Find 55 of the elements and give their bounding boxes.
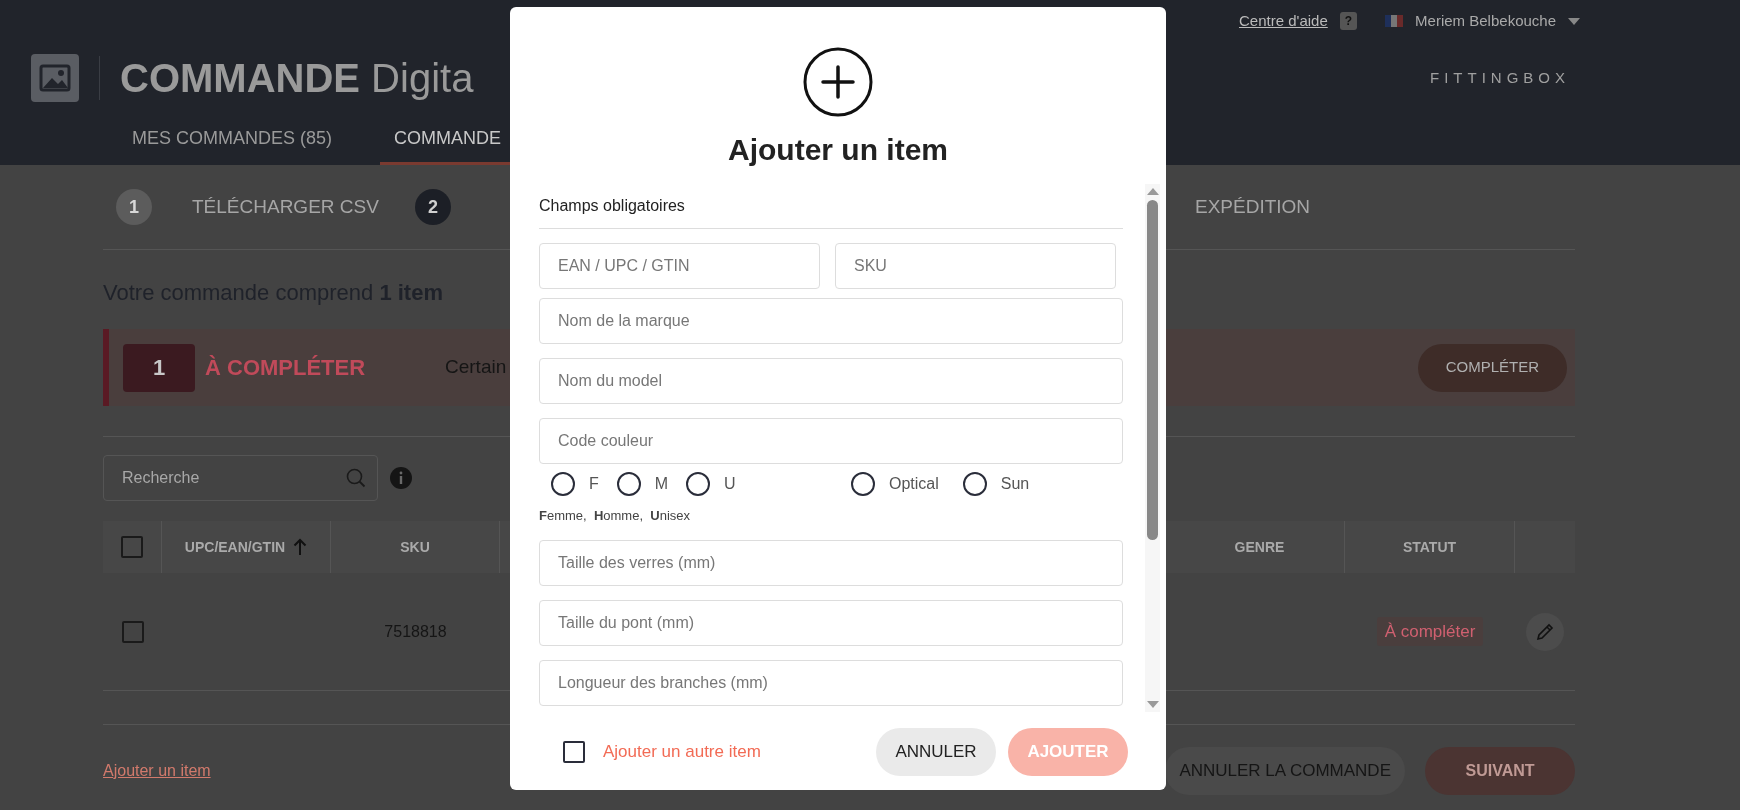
brand-logo: FITTINGBOX xyxy=(1430,67,1570,88)
info-icon xyxy=(390,467,412,489)
column-header[interactable]: SKU xyxy=(400,536,430,558)
radio-button[interactable] xyxy=(551,472,575,496)
user-menu[interactable]: Meriem Belbekouche xyxy=(1415,9,1580,33)
radio-button[interactable] xyxy=(851,472,875,496)
input-field[interactable]: EAN / UPC / GTIN xyxy=(539,243,820,289)
step-number: 2 xyxy=(415,189,451,225)
next-button[interactable]: SUIVANT xyxy=(1425,747,1575,795)
step-number: 1 xyxy=(116,189,152,225)
radio-label: M xyxy=(654,474,669,494)
pencil-icon xyxy=(1535,621,1555,642)
alert-title: À COMPLÉTER xyxy=(205,354,367,382)
plus-circle-icon xyxy=(803,47,873,117)
input-field[interactable]: Code couleur xyxy=(539,418,1123,464)
section-label: Champs obligatoires xyxy=(539,194,1123,229)
help-link[interactable]: Centre d'aide xyxy=(1239,9,1328,33)
gender-legend: Femme, Homme, Unisex xyxy=(539,506,1123,526)
input-field[interactable]: Longueur des branches (mm) xyxy=(539,659,1123,706)
column-header[interactable]: GENRE xyxy=(1234,536,1285,558)
help-badge: ? xyxy=(1339,12,1358,30)
search-icon xyxy=(346,468,366,488)
flag-icon xyxy=(1385,15,1404,27)
nav-tab[interactable]: MES COMMANDES (85) xyxy=(118,125,347,165)
radio-button[interactable] xyxy=(962,472,987,496)
column-header[interactable]: UPC/EAN/GTIN xyxy=(184,536,308,558)
radio-label: Optical xyxy=(889,474,939,494)
dialog-title: Ajouter un item xyxy=(728,132,948,168)
select-all-checkbox[interactable] xyxy=(121,536,143,558)
add-item-link[interactable]: Ajouter un item xyxy=(103,759,211,783)
checkbox[interactable] xyxy=(563,741,585,763)
radio-label: Sun xyxy=(1000,474,1030,494)
image-icon xyxy=(31,54,79,102)
radio-label: U xyxy=(724,474,736,494)
step-label: TÉLÉCHARGER CSV xyxy=(192,194,379,219)
input-field[interactable]: Taille du pont (mm) xyxy=(539,599,1123,646)
status-badge: À compléter xyxy=(1376,616,1484,647)
row-checkbox[interactable] xyxy=(121,620,144,643)
app-title: COMMANDE Digita xyxy=(120,55,474,102)
alert-count: 1 xyxy=(123,343,195,392)
input-field[interactable]: Nom du model xyxy=(539,358,1123,404)
radio-button[interactable] xyxy=(686,472,711,496)
step-label: EXPÉDITION xyxy=(1195,194,1311,219)
column-header[interactable]: STATUT xyxy=(1402,536,1457,558)
checkbox-label: Ajouter un autre item xyxy=(603,741,761,764)
radio-button[interactable] xyxy=(616,472,641,496)
radio-label: F xyxy=(589,474,599,494)
input-field[interactable]: Nom de la marque xyxy=(539,298,1123,344)
cancel-button[interactable]: ANNULER xyxy=(876,728,996,776)
scrollbar[interactable] xyxy=(1145,184,1160,712)
input-field[interactable]: SKU xyxy=(835,243,1116,289)
input-field[interactable]: Taille des verres (mm) xyxy=(539,539,1123,586)
search-field[interactable]: Recherche xyxy=(103,455,378,501)
sort-arrow-icon xyxy=(293,538,308,556)
complete-button[interactable]: COMPLÉTER xyxy=(1417,343,1567,392)
